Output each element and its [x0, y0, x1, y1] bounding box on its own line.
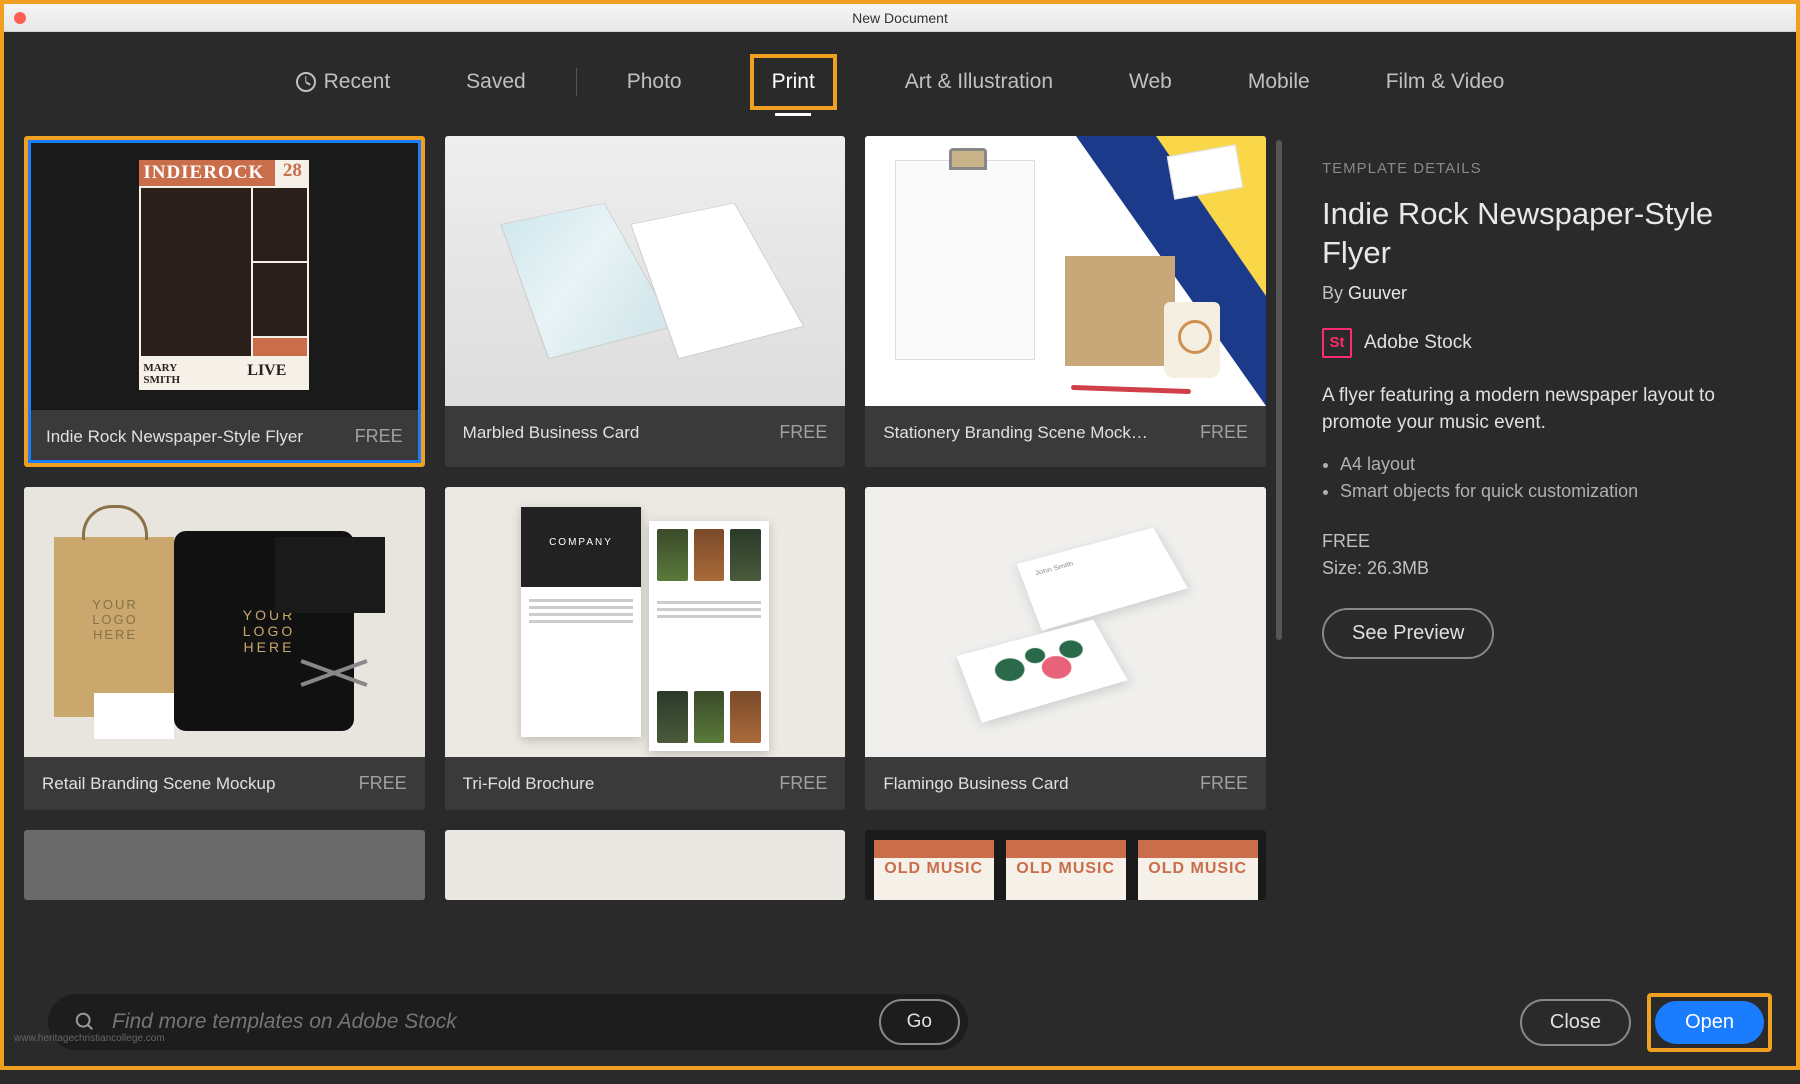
template-thumbnail — [445, 830, 846, 900]
adobe-stock-icon: St — [1322, 328, 1352, 358]
template-card[interactable]: COMPANY Tri-Fold Brochure FREE — [445, 487, 846, 810]
action-buttons: Close Open — [1520, 993, 1772, 1052]
tab-film-video[interactable]: Film & Video — [1378, 66, 1513, 98]
bottom-bar: Go Close Open — [8, 982, 1792, 1062]
template-card[interactable] — [24, 830, 425, 900]
template-card[interactable] — [445, 830, 846, 900]
template-thumbnail: YOUR LOGO HERE YOUR LOGO HERE — [24, 487, 425, 757]
traffic-lights — [14, 12, 26, 24]
tab-separator — [576, 68, 577, 96]
template-card[interactable]: YOUR LOGO HERE YOUR LOGO HERE Retail Bra… — [24, 487, 425, 810]
poster-artist: MARYSMITH — [139, 358, 224, 390]
open-button-highlight: Open — [1647, 993, 1772, 1052]
template-price: FREE — [779, 773, 827, 794]
adobe-stock-label: Adobe Stock — [1364, 332, 1472, 354]
template-card[interactable]: INDIEROCK 28 — [24, 136, 425, 467]
clock-icon — [296, 72, 316, 92]
details-heading: TEMPLATE DETAILS — [1322, 160, 1760, 177]
template-grid: INDIEROCK 28 — [24, 136, 1266, 900]
search-pill: Go — [48, 994, 968, 1050]
details-bullet: Smart objects for quick customization — [1340, 478, 1760, 506]
template-footer: Tri-Fold Brochure FREE — [445, 757, 846, 810]
search-icon — [74, 1011, 96, 1033]
go-button[interactable]: Go — [879, 999, 960, 1045]
template-thumbnail: John Smith — [865, 487, 1266, 757]
details-bullets: A4 layout Smart objects for quick custom… — [1340, 451, 1760, 507]
adobe-stock-row[interactable]: St Adobe Stock — [1322, 328, 1760, 358]
tab-saved[interactable]: Saved — [458, 66, 534, 98]
template-thumbnail: INDIEROCK 28 — [28, 140, 421, 410]
details-size: Size: 26.3MB — [1322, 555, 1760, 582]
watermark: www.heritagechristiancollege.com — [14, 1033, 165, 1044]
tab-art-illustration[interactable]: Art & Illustration — [897, 66, 1061, 98]
open-button[interactable]: Open — [1655, 1001, 1764, 1044]
template-title: Tri-Fold Brochure — [463, 774, 595, 794]
window-title: New Document — [852, 10, 948, 26]
template-thumbnail — [865, 830, 1266, 900]
template-footer: Marbled Business Card FREE — [445, 406, 846, 459]
template-card[interactable]: Marbled Business Card FREE — [445, 136, 846, 467]
scrollbar[interactable] — [1276, 140, 1282, 640]
template-title: Flamingo Business Card — [883, 774, 1068, 794]
template-footer: Flamingo Business Card FREE — [865, 757, 1266, 810]
titlebar: New Document — [4, 4, 1796, 32]
template-title: Marbled Business Card — [463, 423, 640, 443]
details-title: Indie Rock Newspaper-Style Flyer — [1322, 195, 1760, 273]
indie-poster: INDIEROCK 28 — [139, 160, 309, 390]
details-bullet: A4 layout — [1340, 451, 1760, 479]
tab-label: Recent — [324, 70, 391, 94]
close-button[interactable]: Close — [1520, 999, 1631, 1046]
template-footer: Indie Rock Newspaper-Style Flyer FREE — [28, 410, 421, 463]
details-price: FREE — [1322, 528, 1760, 555]
tab-photo[interactable]: Photo — [619, 66, 690, 98]
template-thumbnail — [24, 830, 425, 900]
template-card[interactable] — [865, 830, 1266, 900]
tab-recent[interactable]: Recent — [288, 66, 399, 98]
template-price: FREE — [779, 422, 827, 443]
template-footer: Retail Branding Scene Mockup FREE — [24, 757, 425, 810]
category-tabs: Recent Saved Photo Print Art & Illustrat… — [4, 32, 1796, 132]
template-title: Retail Branding Scene Mockup — [42, 774, 275, 794]
content-area: INDIEROCK 28 — [4, 132, 1796, 1084]
close-window-icon[interactable] — [14, 12, 26, 24]
template-title: Stationery Branding Scene Mock… — [883, 423, 1148, 443]
template-price: FREE — [359, 773, 407, 794]
template-title: Indie Rock Newspaper-Style Flyer — [46, 427, 303, 447]
template-thumbnail — [445, 136, 846, 406]
details-meta: FREE Size: 26.3MB — [1322, 528, 1760, 582]
template-price: FREE — [355, 426, 403, 447]
template-footer: Stationery Branding Scene Mock… FREE — [865, 406, 1266, 459]
template-thumbnail: COMPANY — [445, 487, 846, 757]
template-grid-container: INDIEROCK 28 — [4, 132, 1286, 1084]
details-author: By Guuver — [1322, 283, 1760, 304]
details-panel: TEMPLATE DETAILS Indie Rock Newspaper-St… — [1286, 132, 1796, 1084]
template-card[interactable]: John Smith Flamingo Business Card FREE — [865, 487, 1266, 810]
search-input[interactable] — [112, 1010, 863, 1034]
poster-brand: INDIEROCK — [139, 160, 275, 186]
poster-date: 28 — [275, 160, 309, 186]
tab-mobile[interactable]: Mobile — [1240, 66, 1318, 98]
poster-live: LIVE — [224, 358, 309, 390]
template-price: FREE — [1200, 773, 1248, 794]
template-price: FREE — [1200, 422, 1248, 443]
details-description: A flyer featuring a modern newspaper lay… — [1322, 382, 1760, 437]
tab-web[interactable]: Web — [1121, 66, 1180, 98]
template-card[interactable]: Stationery Branding Scene Mock… FREE — [865, 136, 1266, 467]
see-preview-button[interactable]: See Preview — [1322, 608, 1494, 659]
tab-print[interactable]: Print — [750, 54, 837, 110]
template-thumbnail — [865, 136, 1266, 406]
